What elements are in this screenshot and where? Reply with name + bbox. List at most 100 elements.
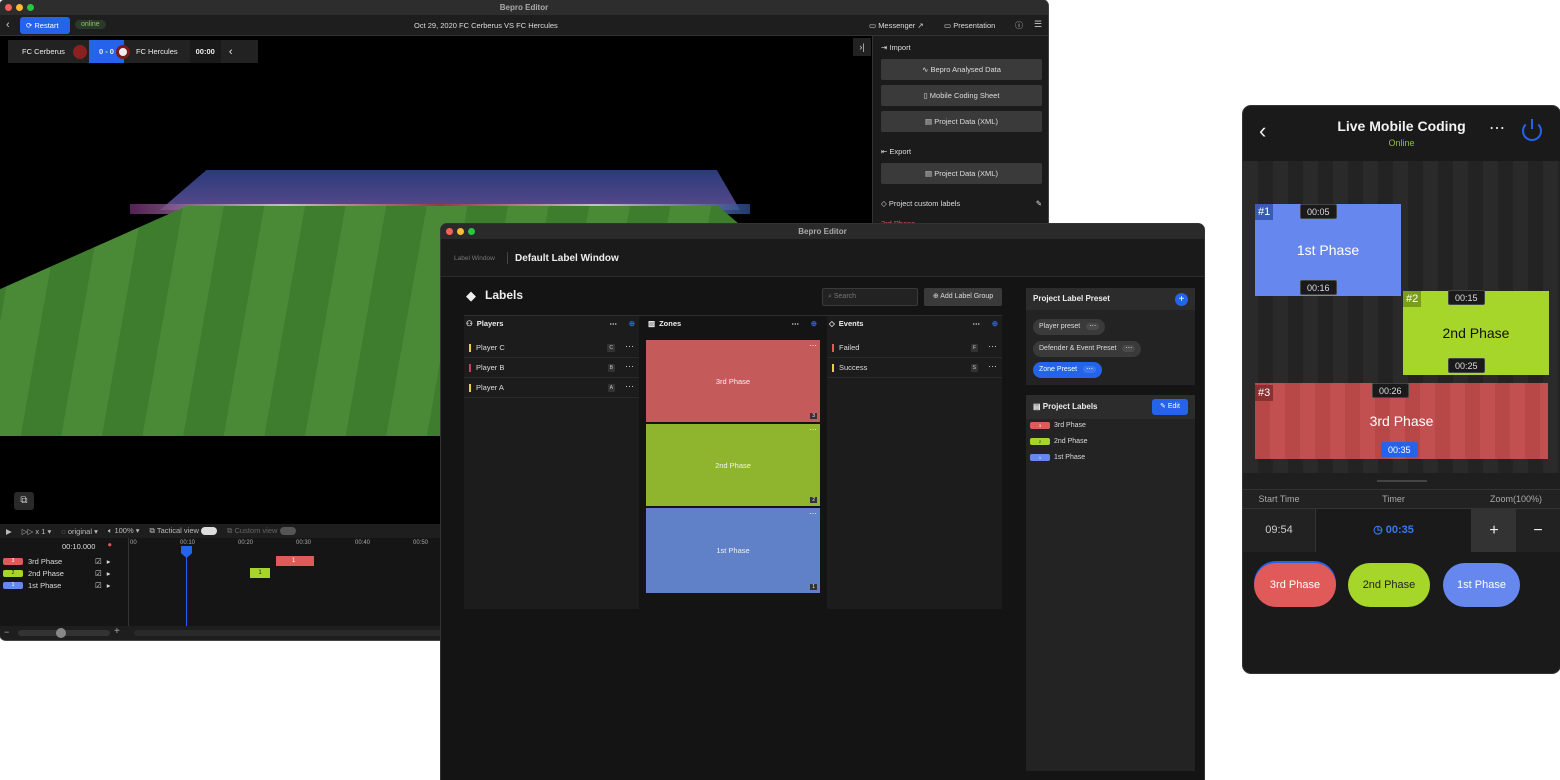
track-2nd-phase[interactable]: 2 2nd Phase ☑ ▸: [0, 568, 128, 579]
more-icon[interactable]: ⋯: [973, 319, 981, 328]
start-time-chip[interactable]: 00:15: [1448, 290, 1485, 305]
zoom-in-icon[interactable]: +: [114, 626, 120, 637]
label-item-failed[interactable]: Failed F ⋯: [827, 338, 1002, 358]
more-icon[interactable]: ⋯: [809, 425, 817, 434]
minimize-dot[interactable]: [16, 4, 23, 11]
label-item-player-a[interactable]: Player A A ⋯: [464, 378, 639, 398]
more-icon[interactable]: ⋯: [1122, 345, 1136, 352]
drag-handle[interactable]: [1377, 480, 1427, 482]
phase-button-2nd[interactable]: 2nd Phase: [1348, 563, 1430, 607]
file-icon: ▤: [925, 169, 933, 178]
project-label-item[interactable]: 1 1st Phase: [1030, 454, 1085, 461]
more-icon[interactable]: ⋯: [1489, 118, 1505, 138]
expand-icon[interactable]: ▸: [107, 557, 111, 566]
track-1st-phase[interactable]: 1 1st Phase ☑ ▸: [0, 580, 128, 591]
mobile-coding-window: ‹ Live Mobile Coding Online ⋯ 1st Phase …: [1243, 106, 1560, 673]
maximize-dot[interactable]: [468, 228, 475, 235]
edit-icon[interactable]: ✎: [1036, 199, 1042, 208]
zoom-in-button[interactable]: +: [1472, 509, 1516, 552]
mobile-coding-sheet-button[interactable]: ▯ Mobile Coding Sheet: [881, 85, 1042, 106]
project-label-item[interactable]: 3 3rd Phase: [1030, 422, 1086, 429]
more-icon[interactable]: ⋯: [625, 361, 634, 372]
add-label-icon[interactable]: ⊕: [629, 319, 635, 328]
more-icon[interactable]: ⋯: [625, 381, 634, 392]
label-item-player-b[interactable]: Player B B ⋯: [464, 358, 639, 378]
speed-select[interactable]: ▷▷ x 1 ▾: [22, 527, 52, 536]
restart-button[interactable]: ⟳ Restart: [20, 17, 70, 34]
tick-label: 00: [130, 540, 137, 546]
play-icon[interactable]: ▶: [6, 527, 12, 536]
label-item-player-c[interactable]: Player C C ⋯: [464, 338, 639, 358]
volume-select[interactable]: 🔈︎ 100% ▾: [108, 526, 140, 536]
checkbox-icon[interactable]: ☑: [95, 569, 102, 578]
checkbox-icon[interactable]: ☑: [95, 557, 102, 566]
end-time-chip[interactable]: 00:25: [1448, 358, 1485, 373]
tick-label: 00:10: [180, 540, 196, 546]
add-preset-icon[interactable]: +: [1175, 293, 1188, 306]
zoom-slider-handle[interactable]: [56, 628, 66, 638]
track-3rd-phase[interactable]: 3 3rd Phase ☑ ▸: [0, 556, 128, 567]
more-icon[interactable]: ⋯: [610, 319, 618, 328]
zoom-out-icon[interactable]: −: [4, 627, 9, 637]
panel-toggle-icon[interactable]: ›|: [853, 38, 871, 56]
custom-view-toggle[interactable]: ⧉ Custom view: [227, 526, 296, 536]
import-xml-button[interactable]: ▤ Project Data (XML): [881, 111, 1042, 132]
preset-defender-event[interactable]: Defender & Event Preset ⋯: [1033, 341, 1142, 357]
more-icon[interactable]: ⋯: [988, 341, 997, 352]
analysed-data-button[interactable]: ∿ Bepro Analysed Data: [881, 59, 1042, 80]
breadcrumb[interactable]: Label Window: [454, 255, 495, 262]
close-dot[interactable]: [5, 4, 12, 11]
more-icon[interactable]: ⋯: [809, 509, 817, 518]
search-input[interactable]: ⌕ Search: [822, 288, 918, 306]
add-label-icon[interactable]: ⊕: [992, 319, 998, 328]
add-label-icon[interactable]: ⊕: [811, 319, 817, 328]
help-icon[interactable]: ⓘ: [1015, 20, 1023, 31]
preset-zone[interactable]: Zone Preset ⋯: [1033, 362, 1103, 378]
label-item-success[interactable]: Success S ⋯: [827, 358, 1002, 378]
checkbox-icon[interactable]: ☑: [95, 581, 102, 590]
record-icon[interactable]: ⏺: [108, 542, 112, 550]
zoom-out-button[interactable]: −: [1516, 509, 1560, 552]
more-icon[interactable]: ⋯: [1086, 323, 1100, 330]
export-header: ⇤ Export: [881, 147, 912, 156]
playhead-handle[interactable]: [181, 546, 192, 558]
collapse-icon[interactable]: ‹: [221, 46, 241, 58]
edit-button[interactable]: ✎ Edit: [1152, 399, 1188, 415]
add-label-group-button[interactable]: ⊕ Add Label Group: [924, 288, 1002, 306]
more-icon[interactable]: ⋯: [625, 341, 634, 352]
zone-2nd-phase[interactable]: 2nd Phase ⋯ 2: [646, 424, 820, 506]
more-icon[interactable]: ⋯: [792, 319, 800, 328]
clip-3rd-phase[interactable]: 1: [276, 556, 314, 566]
back-icon[interactable]: ‹: [6, 19, 10, 31]
drag-handle-area[interactable]: [1243, 473, 1560, 489]
clip-2nd-phase[interactable]: 1: [250, 568, 270, 578]
more-icon[interactable]: ⋯: [1083, 366, 1097, 373]
expand-icon[interactable]: ▸: [107, 569, 111, 578]
presentation-button[interactable]: ▭ Presentation: [944, 21, 995, 30]
phase-button-1st[interactable]: 1st Phase: [1443, 563, 1520, 607]
quality-select[interactable]: ◌ original ▾: [61, 527, 98, 536]
coding-canvas[interactable]: 1st Phase #1 00:05 00:16 2nd Phase #2 00…: [1243, 161, 1560, 473]
start-time-chip[interactable]: 00:05: [1300, 204, 1337, 219]
end-time-chip[interactable]: 00:16: [1300, 280, 1337, 295]
snapshot-icon[interactable]: ⧉: [14, 492, 34, 510]
expand-icon[interactable]: ▸: [107, 581, 111, 590]
color-bar: [469, 363, 471, 372]
label-window-header: Label Window Default Label Window: [441, 239, 1204, 277]
messenger-button[interactable]: ▭ Messenger ↗: [869, 21, 924, 30]
preset-player[interactable]: Player preset ⋯: [1033, 319, 1106, 335]
export-xml-button[interactable]: ▤ Project Data (XML): [881, 163, 1042, 184]
running-time-chip[interactable]: 00:35: [1381, 442, 1418, 457]
zone-1st-phase[interactable]: 1st Phase ⋯ 1: [646, 508, 820, 593]
zone-3rd-phase[interactable]: 3rd Phase ⋯ 3: [646, 340, 820, 422]
project-label-item[interactable]: 2 2nd Phase: [1030, 438, 1087, 445]
menu-icon[interactable]: ☰: [1034, 19, 1042, 30]
start-time-chip[interactable]: 00:26: [1372, 383, 1409, 398]
close-dot[interactable]: [446, 228, 453, 235]
more-icon[interactable]: ⋯: [988, 361, 997, 372]
phase-button-3rd[interactable]: 3rd Phase: [1254, 563, 1336, 607]
more-icon[interactable]: ⋯: [809, 341, 817, 350]
tactical-view-toggle[interactable]: ⧉ Tactical view: [150, 526, 218, 536]
minimize-dot[interactable]: [457, 228, 464, 235]
maximize-dot[interactable]: [27, 4, 34, 11]
